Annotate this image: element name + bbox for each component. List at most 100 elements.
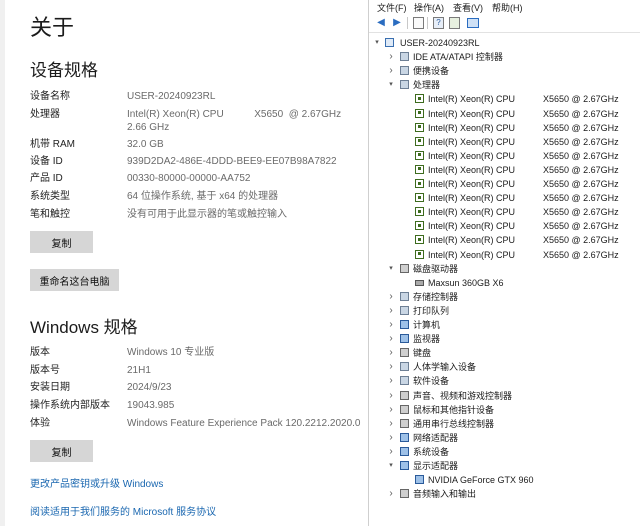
collapse-chevron-icon[interactable]: › [387,374,395,388]
tree-device[interactable]: Intel(R) Xeon(R) CPU X5650 @ 2.67GHz [369,248,640,262]
display-adapter-icon [400,461,409,470]
tree-category-label: 鼠标和其他指针设备 [413,404,495,415]
collapse-chevron-icon[interactable]: › [387,290,395,304]
tree-category[interactable]: › 人体学输入设备 [369,360,640,374]
tree-device[interactable]: Intel(R) Xeon(R) CPU X5650 @ 2.67GHz [369,149,640,163]
ide-controller-icon [400,52,409,62]
tree-device-name: Maxsun 360GB X6 [428,277,504,288]
menu-view[interactable]: 查看(V) [453,1,483,14]
mouse-icon [400,404,409,414]
tree-device-name: Intel(R) Xeon(R) CPU [428,122,516,133]
tree-device-name: Intel(R) Xeon(R) CPU [428,179,516,189]
tree-category[interactable]: › 存储控制器 [369,290,640,304]
menu-help[interactable]: 帮助(H) [492,1,523,14]
help-icon[interactable]: ? [433,17,444,29]
spec-key: 安装日期 [30,382,70,393]
collapse-chevron-icon[interactable]: › [387,332,395,346]
tree-category[interactable]: › IDE ATA/ATAPI 控制器 [369,50,640,64]
update-driver-icon[interactable] [449,17,460,29]
tree-category[interactable]: ▾ 显示适配器 [369,459,640,473]
tree-device[interactable]: Intel(R) Xeon(R) CPU X5650 @ 2.67GHz [369,177,640,191]
monitor-icon[interactable] [467,18,479,28]
tree-category[interactable]: › 软件设备 [369,374,640,388]
tree-category[interactable]: › 系统设备 [369,445,640,459]
tree-category[interactable]: › 网络适配器 [369,431,640,445]
tree-category[interactable]: › 通用串行总线控制器 [369,417,640,431]
tree-category[interactable]: › 监视器 [369,332,640,346]
tree-device[interactable]: Intel(R) Xeon(R) CPU X5650 @ 2.67GHz [369,121,640,135]
expand-chevron-icon[interactable]: ▾ [387,459,395,473]
collapse-chevron-icon[interactable]: › [387,487,395,501]
service-agreement-link[interactable]: 阅读适用于我们服务的 Microsoft 服务协议 [30,503,216,518]
menu-file[interactable]: 文件(F) [377,1,407,14]
collapse-chevron-icon[interactable]: › [387,318,395,332]
expand-chevron-icon[interactable]: ▾ [387,262,395,276]
collapse-chevron-icon[interactable]: › [387,346,395,360]
tree-device[interactable]: Intel(R) Xeon(R) CPU X5650 @ 2.67GHz [369,163,640,177]
processor-chip-icon [415,164,424,174]
tree-category-label: 计算机 [413,320,441,330]
tree-category-label: 处理器 [413,80,441,91]
collapse-chevron-icon[interactable]: › [387,64,395,78]
properties-icon[interactable] [413,17,424,29]
tree-category[interactable]: › 键盘 [369,346,640,360]
processor-chip-icon [415,136,424,146]
tree-device-model: X5650 @ 2.67GHz [543,94,619,105]
spec-key: 产品 ID [30,173,63,184]
tree-category-label: 键盘 [413,348,432,359]
hid-icon [400,362,409,372]
spec-key: 设备 ID [30,156,63,167]
tree-device[interactable]: Maxsun 360GB X6 [369,276,640,290]
tree-device[interactable]: Intel(R) Xeon(R) CPU X5650 @ 2.67GHz [369,107,640,121]
collapse-chevron-icon[interactable]: › [387,445,395,459]
processor-chip-icon [415,179,424,188]
tree-device[interactable]: NVIDIA GeForce GTX 960 [369,473,640,487]
display-adapter-icon [415,475,424,485]
tree-category-label: 软件设备 [413,376,450,387]
tree-category[interactable]: › 计算机 [369,318,640,332]
change-product-key-link[interactable]: 更改产品密钥或升级 Windows [30,475,163,490]
collapse-chevron-icon[interactable]: › [387,360,395,374]
processor-icon [400,80,409,90]
tree-device[interactable]: Intel(R) Xeon(R) CPU X5650 @ 2.67GHz [369,219,640,233]
collapse-chevron-icon[interactable]: › [387,304,395,318]
copy-device-specs-button[interactable]: 复制 [30,231,93,253]
tree-category[interactable]: › 打印队列 [369,304,640,318]
tree-device[interactable]: Intel(R) Xeon(R) CPU X5650 @ 2.67GHz [369,205,640,219]
menu-action[interactable]: 操作(A) [414,1,444,14]
spec-key: 处理器 [30,109,60,120]
tree-root-computer[interactable]: ▾ USER-20240923RL [369,36,640,50]
tree-device[interactable]: Intel(R) Xeon(R) CPU X5650 @ 2.67GHz [369,233,640,247]
tree-category[interactable]: › 声音、视频和游戏控制器 [369,389,640,403]
tree-category[interactable]: ▾ 磁盘驱动器 [369,262,640,276]
collapse-chevron-icon[interactable]: › [387,417,395,431]
collapse-chevron-icon[interactable]: › [387,431,395,445]
spec-value: USER-20240923RL [127,91,216,102]
tree-category[interactable]: › 鼠标和其他指针设备 [369,403,640,417]
copy-windows-specs-button[interactable]: 复制 [30,440,93,462]
tree-category[interactable]: › 便携设备 [369,64,640,78]
tree-category-label: IDE ATA/ATAPI 控制器 [413,52,503,63]
tree-device-model: X5650 @ 2.67GHz [543,179,619,189]
storage-controller-icon [400,291,409,301]
tree-device[interactable]: Intel(R) Xeon(R) CPU X5650 @ 2.67GHz [369,92,640,106]
back-arrow-icon[interactable]: ◀ [375,17,387,29]
tree-device[interactable]: Intel(R) Xeon(R) CPU X5650 @ 2.67GHz [369,135,640,149]
expand-chevron-icon[interactable]: ▾ [387,78,395,92]
collapse-chevron-icon[interactable]: › [387,389,395,403]
spec-value: 32.0 GB [127,139,164,150]
rename-pc-button[interactable]: 重命名这台电脑 [30,269,119,291]
collapse-chevron-icon[interactable]: › [387,50,395,64]
tree-device[interactable]: Intel(R) Xeon(R) CPU X5650 @ 2.67GHz [369,191,640,205]
device-manager-window: 文件(F) 操作(A) 查看(V) 帮助(H) ◀ ▶ ? ▾ USER-2024… [368,0,640,526]
tree-device-name: Intel(R) Xeon(R) CPU [428,108,516,119]
processor-chip-icon [415,108,424,118]
forward-arrow-icon[interactable]: ▶ [391,17,403,29]
tree-category[interactable]: › 音频输入和输出 [369,487,640,501]
collapse-chevron-icon[interactable]: › [387,403,395,417]
expand-chevron-icon[interactable]: ▾ [373,36,381,50]
disk-drive-icon [400,263,409,273]
spec-key: 设备名称 [30,91,70,102]
tree-device-model: X5650 @ 2.67GHz [543,221,619,232]
tree-category[interactable]: ▾ 处理器 [369,78,640,92]
